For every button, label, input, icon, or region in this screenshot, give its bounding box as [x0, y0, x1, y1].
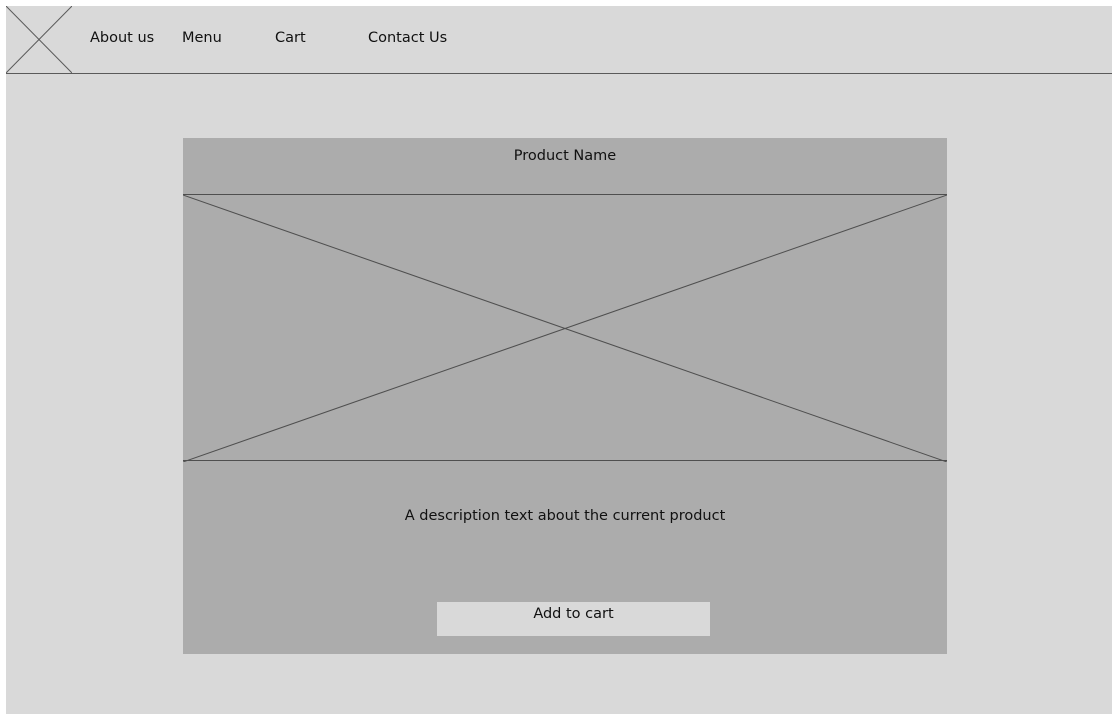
navbar: About us Menu Cart Contact Us: [6, 6, 1112, 74]
nav-link-menu[interactable]: Menu: [182, 29, 222, 47]
product-description: A description text about the current pro…: [404, 508, 726, 524]
navbar-divider: [6, 73, 1112, 74]
page-frame: About us Menu Cart Contact Us Product Na…: [6, 6, 1112, 714]
nav-link-about-us[interactable]: About us: [90, 29, 154, 47]
logo-placeholder-icon[interactable]: [6, 6, 72, 73]
product-name: Product Name: [513, 148, 617, 164]
image-placeholder-icon: [183, 195, 947, 462]
add-to-cart-label: Add to cart: [533, 606, 614, 622]
nav-link-contact-us[interactable]: Contact Us: [368, 29, 447, 47]
nav-link-cart[interactable]: Cart: [275, 29, 306, 47]
add-to-cart-button[interactable]: Add to cart: [437, 602, 710, 636]
product-card: Product Name A description text about th…: [183, 138, 947, 654]
product-image-placeholder: [183, 194, 947, 462]
